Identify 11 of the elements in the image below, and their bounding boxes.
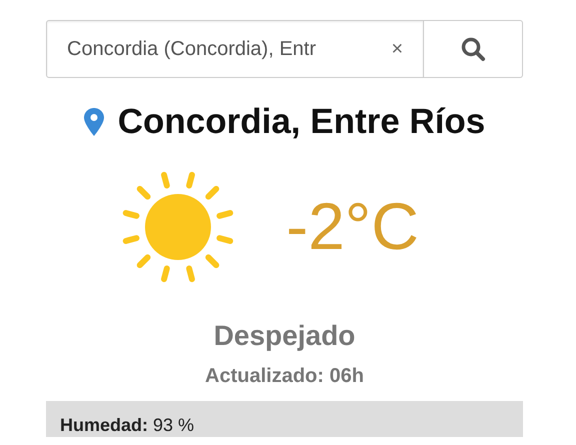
search-value: Concordia (Concordia), Entr <box>67 37 317 62</box>
detail-line: Humedad: 93 % <box>60 414 196 434</box>
weather-condition: Despejado <box>214 318 356 353</box>
clear-button[interactable]: × <box>391 34 403 64</box>
updated-time: Actualizado: 06h <box>205 364 364 388</box>
search-button[interactable] <box>424 20 523 78</box>
search-icon <box>460 36 486 62</box>
location-title: Concordia, Entre Ríos <box>118 101 486 143</box>
location-pin-icon <box>84 108 104 136</box>
search-field[interactable]: Concordia (Concordia), Entr × <box>46 20 424 78</box>
temperature: -2°C <box>286 188 419 265</box>
